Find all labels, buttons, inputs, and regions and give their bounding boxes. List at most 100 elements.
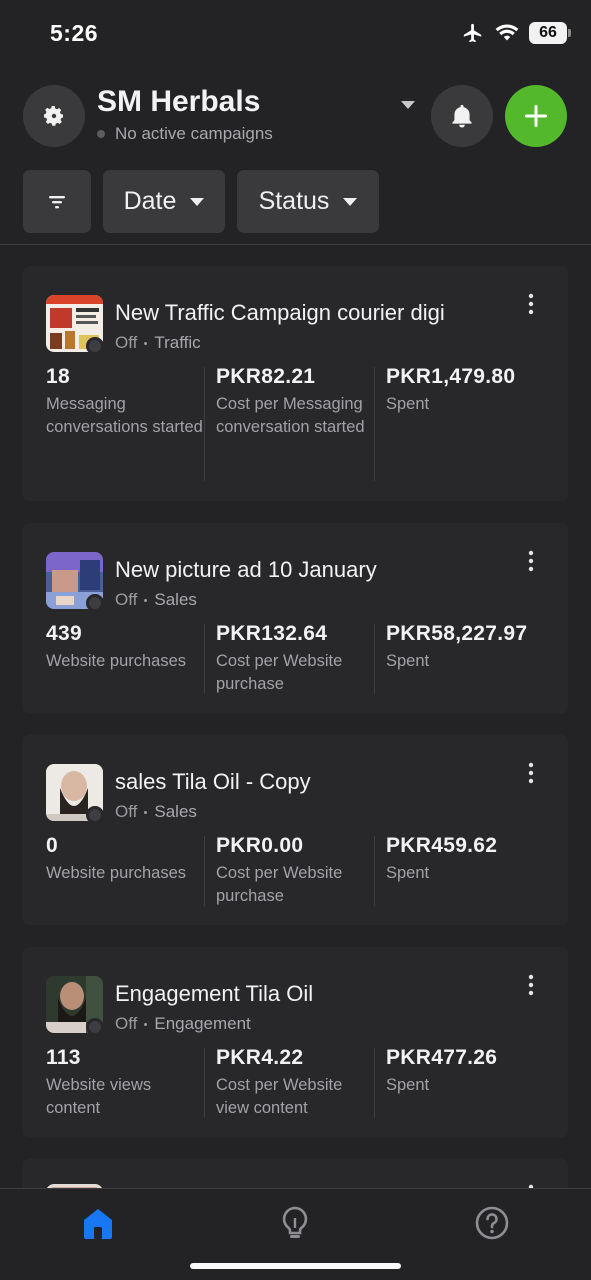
campaign-objective: Sales [154, 590, 197, 609]
metric-label: Website views content [46, 1076, 152, 1117]
metric-spent: PKR1,479.80 Spent [386, 365, 561, 416]
chevron-down-icon [343, 197, 358, 206]
more-options-icon[interactable] [519, 549, 543, 573]
campaign-status: Off [115, 802, 138, 821]
metric-results: 18 Messaging conversations started [46, 365, 206, 439]
metric-label: Spent [386, 395, 430, 413]
airplane-icon [463, 23, 482, 43]
metric-results: 113 Website views content [46, 1046, 206, 1120]
nav-insights-tab[interactable] [275, 1203, 315, 1243]
metric-cost-per-result: PKR132.64 Cost per Website purchase [216, 622, 376, 696]
delivery-status-icon [86, 337, 104, 355]
separator-dot [144, 1022, 148, 1026]
metric-spent: PKR58,227.97 Spent [386, 622, 561, 673]
divider [204, 1048, 205, 1118]
bell-icon [452, 104, 472, 128]
nav-help-tab[interactable] [472, 1203, 512, 1243]
status-bar: 5:26 66 [0, 0, 591, 70]
metric-value: PKR58,227.97 [386, 622, 528, 645]
plus-icon [525, 105, 547, 127]
campaign-name[interactable]: New Traffic Campaign courier digi [115, 300, 445, 326]
campaign-objective: Engagement [154, 1014, 251, 1033]
metric-label: Spent [386, 1076, 430, 1094]
campaign-card[interactable]: sales Tila Oil - Copy Off Sales 0 Websit… [23, 735, 568, 925]
metric-value: PKR459.62 [386, 834, 498, 857]
more-options-icon[interactable] [519, 973, 543, 997]
settings-button[interactable] [23, 85, 85, 147]
metric-label: Cost per Website purchase [216, 652, 343, 693]
divider [204, 367, 205, 481]
metric-results: 0 Website purchases [46, 834, 206, 885]
more-options-icon[interactable] [519, 292, 543, 316]
divider [374, 836, 375, 906]
campaign-subtitle: Off Sales [115, 590, 197, 610]
lightbulb-icon [282, 1206, 308, 1238]
filter-bar: Date Status [0, 170, 591, 245]
metric-label: Spent [386, 652, 430, 670]
account-name[interactable]: SM Herbals [97, 85, 260, 119]
metric-label: Website purchases [46, 864, 187, 882]
status-icons: 66 [461, 22, 571, 44]
campaign-list[interactable]: New Traffic Campaign courier digi Off Tr… [0, 246, 591, 1188]
battery-indicator: 66 [529, 22, 571, 44]
campaign-status: Off [115, 590, 138, 609]
status-filter-dropdown[interactable]: Status [237, 170, 379, 233]
home-indicator [190, 1263, 401, 1269]
metric-value: PKR82.21 [216, 365, 316, 388]
bottom-nav [0, 1188, 591, 1280]
date-filter-label: Date [123, 187, 177, 215]
campaign-objective: Sales [154, 802, 197, 821]
account-status-text: No active campaigns [115, 124, 273, 143]
metric-spent: PKR459.62 Spent [386, 834, 561, 885]
metric-value: PKR1,479.80 [386, 365, 516, 388]
status-dot-icon [97, 130, 105, 138]
account-status: No active campaigns [97, 124, 273, 144]
campaign-status: Off [115, 1014, 138, 1033]
delivery-status-icon [86, 806, 104, 824]
notifications-button[interactable] [431, 85, 493, 147]
metric-value: PKR0.00 [216, 834, 304, 857]
campaign-card[interactable] [23, 1159, 568, 1188]
status-filter-label: Status [258, 187, 330, 215]
account-switcher-chevron-down-icon[interactable] [401, 101, 415, 109]
campaign-subtitle: Off Traffic [115, 333, 201, 353]
delivery-status-icon [86, 594, 104, 612]
gear-icon [44, 106, 63, 126]
campaign-subtitle: Off Sales [115, 802, 197, 822]
header: SM Herbals No active campaigns [0, 70, 591, 170]
metric-results: 439 Website purchases [46, 622, 206, 673]
separator-dot [144, 598, 148, 602]
campaign-name[interactable]: sales Tila Oil - Copy [115, 769, 311, 795]
divider [374, 367, 375, 481]
chevron-down-icon [190, 197, 205, 206]
campaign-card[interactable]: New picture ad 10 January Off Sales 439 … [23, 523, 568, 713]
metric-label: Messaging conversations started [46, 395, 203, 436]
metric-cost-per-result: PKR0.00 Cost per Website purchase [216, 834, 376, 908]
campaign-card[interactable]: New Traffic Campaign courier digi Off Tr… [23, 266, 568, 501]
metric-spent: PKR477.26 Spent [386, 1046, 561, 1097]
divider [374, 624, 375, 694]
more-options-icon[interactable] [519, 761, 543, 785]
metric-label: Spent [386, 864, 430, 882]
nav-home-tab[interactable] [78, 1203, 118, 1243]
metric-value: PKR477.26 [386, 1046, 498, 1069]
help-icon [475, 1206, 509, 1240]
wifi-icon [495, 24, 519, 41]
campaign-status: Off [115, 333, 138, 352]
metric-cost-per-result: PKR4.22 Cost per Website view content [216, 1046, 376, 1120]
metric-value: PKR132.64 [216, 622, 328, 645]
create-campaign-button[interactable] [505, 85, 567, 147]
campaign-card[interactable]: Engagement Tila Oil Off Engagement 113 W… [23, 947, 568, 1137]
separator-dot [144, 810, 148, 814]
metric-value: 439 [46, 622, 82, 645]
metric-cost-per-result: PKR82.21 Cost per Messaging conversation… [216, 365, 376, 439]
metric-value: 113 [46, 1046, 81, 1069]
delivery-status-icon [86, 1018, 104, 1036]
screen: 5:26 66 SM Herbals No active campaigns D… [0, 0, 591, 1280]
filter-button[interactable] [23, 170, 91, 233]
campaign-name[interactable]: New picture ad 10 January [115, 557, 377, 583]
campaign-name[interactable]: Engagement Tila Oil [115, 981, 313, 1007]
date-filter-dropdown[interactable]: Date [103, 170, 225, 233]
separator-dot [144, 341, 148, 345]
status-time: 5:26 [50, 20, 99, 46]
